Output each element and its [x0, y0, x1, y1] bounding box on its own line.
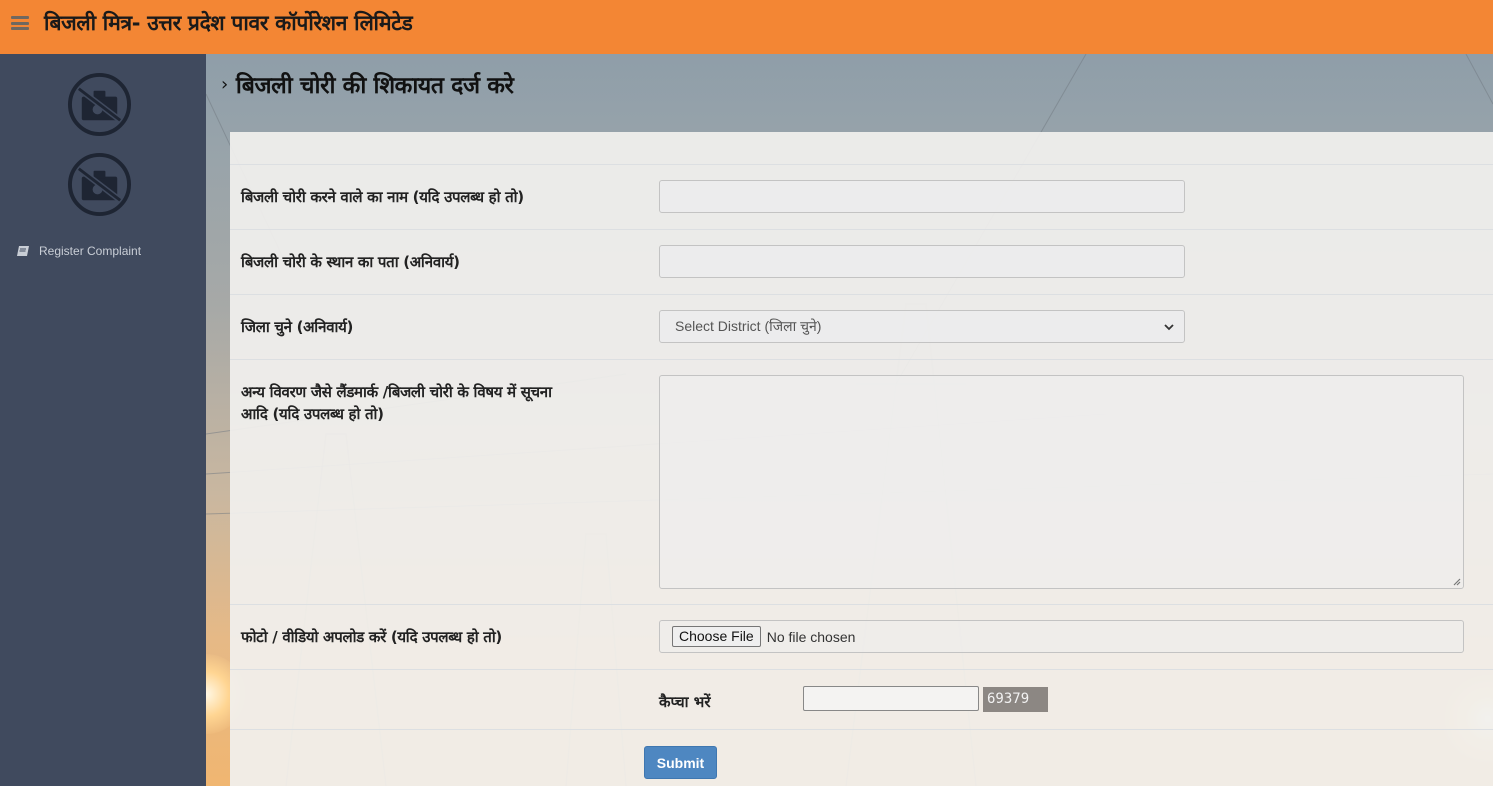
form-row-offender-name: बिजली चोरी करने वाले का नाम (यदि उपलब्ध …	[230, 164, 1493, 229]
other-details-textarea[interactable]	[659, 375, 1464, 589]
book-icon	[17, 246, 29, 256]
page-title: बिजली चोरी की शिकायत दर्ज करे	[235, 73, 514, 99]
captcha-input[interactable]	[803, 686, 979, 711]
offender-name-label: बिजली चोरी करने वाले का नाम (यदि उपलब्ध …	[241, 188, 524, 206]
district-label: जिला चुने (अनिवार्य)	[241, 318, 354, 336]
submit-button[interactable]: Submit	[644, 746, 717, 779]
other-details-label: अन्य विवरण जैसे लैंडमार्क /बिजली चोरी के…	[241, 383, 552, 423]
captcha-label: कैप्चा भरें	[659, 693, 711, 711]
form-row-other-details: अन्य विवरण जैसे लैंडमार्क /बिजली चोरी के…	[230, 359, 1493, 604]
file-upload-label: फोटो / वीडियो अपलोड करें (यदि उपलब्ध हो …	[241, 628, 502, 646]
offender-name-input[interactable]	[659, 180, 1185, 213]
file-status: No file chosen	[766, 628, 856, 645]
no-photo-icon	[67, 152, 132, 217]
choose-file-button[interactable]: Choose File	[672, 626, 761, 647]
theft-address-input[interactable]	[659, 245, 1185, 278]
sidebar-item-register-complaint[interactable]: Register Complaint	[16, 244, 141, 258]
sidebar: Register Complaint	[0, 54, 206, 786]
page-heading: › बिजली चोरी की शिकायत दर्ज करे	[221, 68, 514, 100]
main-content: › बिजली चोरी की शिकायत दर्ज करे बिजली चो…	[206, 54, 1493, 786]
divider	[230, 729, 1493, 730]
chevron-down-icon	[1164, 324, 1174, 331]
complaint-form: बिजली चोरी करने वाले का नाम (यदि उपलब्ध …	[230, 132, 1493, 786]
district-select[interactable]: Select District (जिला चुने)	[659, 310, 1185, 343]
app-title: बिजली मित्र- उत्तर प्रदेश पावर कॉर्पोरेश…	[44, 11, 413, 35]
captcha-code: 69379	[983, 687, 1048, 712]
district-select-value: Select District (जिला चुने)	[675, 318, 822, 334]
no-photo-icon	[67, 72, 132, 137]
chevron-right-icon: ›	[221, 73, 228, 95]
sidebar-item-label: Register Complaint	[39, 244, 142, 258]
hamburger-menu-icon[interactable]	[11, 16, 29, 30]
theft-address-label: बिजली चोरी के स्थान का पता (अनिवार्य)	[241, 253, 460, 271]
form-row-file-upload: फोटो / वीडियो अपलोड करें (यदि उपलब्ध हो …	[230, 604, 1493, 669]
form-row-captcha: कैप्चा भरें 69379	[230, 669, 1493, 729]
file-upload-input[interactable]: Choose File No file chosen	[659, 620, 1464, 653]
form-row-district: जिला चुने (अनिवार्य) Select District (जि…	[230, 294, 1493, 359]
top-header-bar: बिजली मित्र- उत्तर प्रदेश पावर कॉर्पोरेश…	[0, 0, 1493, 54]
form-row-theft-address: बिजली चोरी के स्थान का पता (अनिवार्य)	[230, 229, 1493, 294]
resize-handle-icon[interactable]	[1451, 576, 1461, 586]
